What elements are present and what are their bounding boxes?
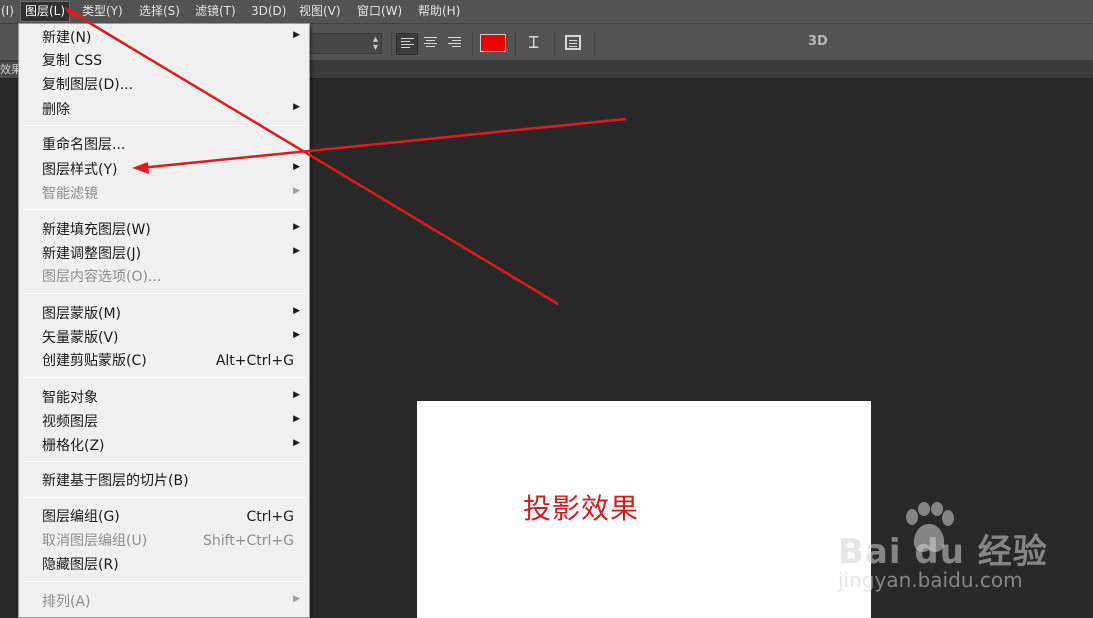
menu-view[interactable]: 视图(V) [299, 0, 341, 23]
menu-layer[interactable]: 图层(L) [20, 1, 71, 22]
align-left-button[interactable] [396, 33, 418, 55]
layer-menu-dropdown: 新建(N) ▶ 复制 CSS 复制图层(D)... 删除 ▶ 重命名图层... … [18, 23, 310, 618]
menu-item-smart-object[interactable]: 智能对象 [42, 387, 294, 409]
menu-item-label: 创建剪贴蒙版(C) [42, 353, 147, 369]
menu-item-copy-css[interactable]: 复制 CSS [42, 50, 294, 72]
menu-separator [23, 497, 305, 498]
menu-separator [23, 461, 305, 462]
document-canvas[interactable] [417, 401, 871, 618]
menu-item-rasterize[interactable]: 栅格化(Z) [42, 435, 294, 457]
baidu-jingyan-watermark: Bai du 经验 jingyan.baidu.com [838, 498, 1048, 596]
select-arrows-icon: ▴ ▾ [372, 34, 378, 53]
menu-item-label: 栅格化(Z) [42, 438, 105, 454]
menu-item-label: 智能滤镜 [42, 186, 98, 202]
menu-item-new-fill-layer[interactable]: 新建填充图层(W) [42, 219, 294, 241]
menu-filter[interactable]: 滤镜(T) [195, 0, 236, 23]
menu-item-delete[interactable]: 删除 [42, 99, 294, 121]
menu-item-create-clipping-mask[interactable]: 创建剪贴蒙版(C) Alt+Ctrl+G [42, 350, 294, 372]
menu-item-label: 新建基于图层的切片(B) [42, 473, 189, 489]
submenu-arrow-icon: ▶ [293, 390, 300, 400]
submenu-arrow-icon: ▶ [293, 162, 300, 172]
canvas-text-layer[interactable]: 投影效果 [523, 487, 639, 527]
menu-item-label: 图层编组(G) [42, 509, 120, 525]
menu-3d[interactable]: 3D(D) [251, 0, 286, 23]
watermark-url: jingyan.baidu.com [838, 568, 1023, 592]
menu-item-label: 删除 [42, 102, 70, 118]
menu-item-label: 视频图层 [42, 414, 98, 430]
text-color-swatch[interactable] [480, 34, 506, 52]
menu-type[interactable]: 类型(Y) [82, 0, 123, 23]
menu-item-label: 矢量蒙版(V) [42, 330, 119, 346]
menu-item-hide-layers[interactable]: 隐藏图层(R) [42, 554, 294, 576]
menu-item-shortcut: Alt+Ctrl+G [215, 353, 294, 369]
menu-window[interactable]: 窗口(W) [357, 0, 402, 23]
submenu-arrow-icon: ▶ [293, 414, 300, 424]
submenu-arrow-icon: ▶ [293, 222, 300, 232]
menubar: (I) 图层(L) 类型(Y) 选择(S) 滤镜(T) 3D(D) 视图(V) … [0, 0, 1093, 23]
menu-item-duplicate-layer[interactable]: 复制图层(D)... [42, 74, 294, 96]
menu-item-label: 新建调整图层(J) [42, 246, 142, 262]
menu-item-ungroup-layers: 取消图层编组(U) Shift+Ctrl+G [42, 530, 294, 552]
submenu-arrow-icon: ▶ [293, 30, 300, 40]
menu-item-vector-mask[interactable]: 矢量蒙版(V) [42, 327, 294, 349]
menu-item-label: 排列(A) [42, 594, 91, 610]
submenu-arrow-icon: ▶ [293, 306, 300, 316]
align-right-button[interactable] [444, 33, 466, 55]
menu-item-group-layers[interactable]: 图层编组(G) Ctrl+G [42, 506, 294, 528]
menu-select[interactable]: 选择(S) [139, 0, 180, 23]
menu-item-label: 隐藏图层(R) [42, 557, 119, 573]
menu-item-label: 图层蒙版(M) [42, 306, 122, 322]
toolbar-divider [515, 32, 516, 56]
menu-item-rename-layer[interactable]: 重命名图层... [42, 134, 294, 156]
menu-item-label: 复制图层(D)... [42, 77, 134, 93]
menu-item-new-layer-slice[interactable]: 新建基于图层的切片(B) [42, 470, 294, 492]
menu-item-label: 复制 CSS [42, 53, 102, 69]
menu-item-arrange: 排列(A) [42, 591, 294, 613]
menu-item-layer-content-options: 图层内容选项(O)... [42, 266, 294, 288]
watermark-brand: Bai du 经验 [838, 532, 1048, 572]
menu-item-smart-filter: 智能滤镜 [42, 183, 294, 205]
submenu-arrow-icon: ▶ [293, 246, 300, 256]
menu-item-label: 图层内容选项(O)... [42, 269, 162, 285]
menu-item-shortcut: Ctrl+G [246, 509, 295, 525]
menu-item-label: 智能对象 [42, 390, 98, 406]
menu-item-new-adjustment-layer[interactable]: 新建调整图层(J) [42, 243, 294, 265]
menu-item-label: 新建(N) [42, 30, 92, 46]
menu-item-layer-style[interactable]: 图层样式(Y) [42, 159, 294, 181]
submenu-arrow-icon: ▶ [293, 330, 300, 340]
submenu-arrow-icon: ▶ [293, 102, 300, 112]
align-right-icon [448, 37, 461, 50]
toolbar-divider [391, 32, 392, 56]
character-panel-icon[interactable] [565, 35, 581, 50]
menu-item-label: 取消图层编组(U) [42, 533, 148, 549]
menu-item-video-layer[interactable]: 视频图层 [42, 411, 294, 433]
menu-separator [23, 293, 305, 294]
menu-separator [23, 581, 305, 582]
toolbar-divider [594, 32, 595, 56]
menu-item-label: 重命名图层... [42, 137, 126, 153]
menu-help[interactable]: 帮助(H) [418, 0, 460, 23]
3d-button[interactable]: 3D [808, 34, 828, 49]
align-left-icon [401, 38, 414, 51]
toolbar-divider [554, 32, 555, 56]
align-center-button[interactable] [420, 33, 442, 55]
menu-item-shortcut: Shift+Ctrl+G [202, 533, 294, 549]
menu-image[interactable]: (I) [1, 0, 14, 23]
menu-separator [23, 209, 305, 210]
menu-item-label: 新建填充图层(W) [42, 222, 151, 238]
align-center-icon [424, 37, 437, 50]
menu-separator [23, 377, 305, 378]
toolbar-divider [472, 32, 473, 56]
menu-item-new[interactable]: 新建(N) [42, 27, 294, 49]
submenu-arrow-icon: ▶ [293, 594, 300, 604]
menu-separator [23, 125, 305, 126]
font-size-select[interactable]: ▴ ▾ [300, 33, 382, 54]
menu-item-layer-mask[interactable]: 图层蒙版(M) [42, 303, 294, 325]
menu-item-label: 图层样式(Y) [42, 162, 118, 178]
submenu-arrow-icon: ▶ [293, 186, 300, 196]
submenu-arrow-icon: ▶ [293, 438, 300, 448]
warp-text-icon[interactable]: Ꮖ [524, 32, 544, 54]
